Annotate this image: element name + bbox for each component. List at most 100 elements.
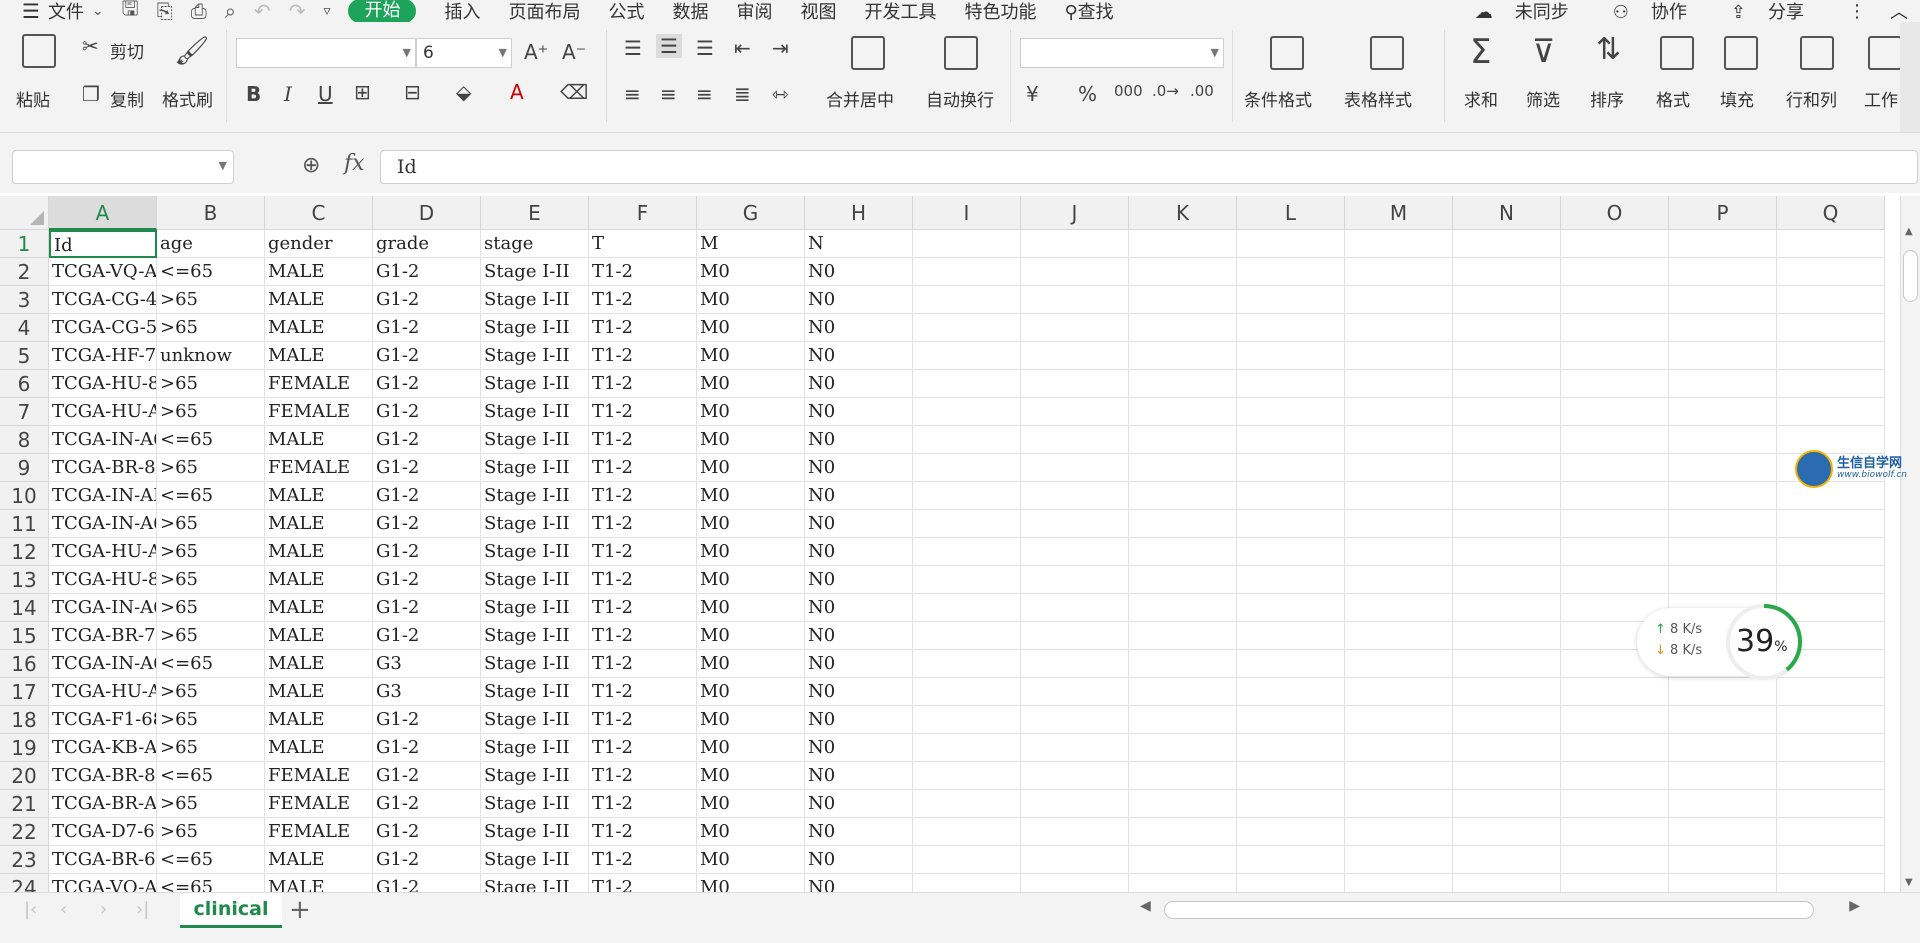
table-cell[interactable] <box>1561 706 1669 734</box>
thousands-icon[interactable]: 000 <box>1114 82 1143 100</box>
table-cell[interactable]: M0 <box>697 398 805 426</box>
table-cell[interactable]: TCGA-HU-82 <box>49 370 157 398</box>
table-cell[interactable]: MALE <box>265 650 373 678</box>
table-cell[interactable]: T1-2 <box>589 426 697 454</box>
table-cell[interactable]: M0 <box>697 818 805 846</box>
currency-icon[interactable]: ¥ <box>1026 82 1039 106</box>
table-cell[interactable]: Stage I-II <box>481 790 589 818</box>
table-cell[interactable] <box>1129 622 1237 650</box>
table-cell[interactable]: G1-2 <box>373 286 481 314</box>
column-header[interactable]: G <box>697 196 805 230</box>
table-cell[interactable] <box>1021 482 1129 510</box>
table-cell[interactable] <box>1021 650 1129 678</box>
table-cell[interactable] <box>1453 482 1561 510</box>
table-cell[interactable]: TCGA-KB-A9 <box>49 734 157 762</box>
table-cell[interactable] <box>1237 482 1345 510</box>
table-cell[interactable] <box>1129 286 1237 314</box>
table-cell[interactable]: N0 <box>805 342 913 370</box>
table-cell[interactable]: N0 <box>805 706 913 734</box>
table-cell[interactable]: T <box>589 230 697 258</box>
table-cell[interactable]: TCGA-IN-A6 <box>49 426 157 454</box>
format-button[interactable]: 格式 <box>1656 86 1690 111</box>
underline-button[interactable]: U <box>318 82 333 106</box>
table-cell[interactable]: M0 <box>697 566 805 594</box>
table-cell[interactable] <box>1561 510 1669 538</box>
table-cell[interactable] <box>1237 454 1345 482</box>
tab-insert[interactable]: 插入 <box>444 0 480 24</box>
table-cell[interactable]: N0 <box>805 846 913 874</box>
table-cell[interactable] <box>1669 678 1777 706</box>
table-cell[interactable] <box>913 678 1021 706</box>
row-header[interactable]: 15 <box>0 622 49 650</box>
table-cell[interactable] <box>1453 594 1561 622</box>
fill-icon[interactable] <box>1724 36 1758 70</box>
scroll-right-icon[interactable]: ▶ <box>1849 898 1860 914</box>
table-cell[interactable] <box>1021 818 1129 846</box>
borders-icon[interactable]: ⊞ <box>354 80 371 104</box>
spreadsheet-grid[interactable]: A B C D E F G H I J K L M N O P Q 1 Id age gender grade stage T… <box>0 196 1900 892</box>
merge-cells-icon[interactable]: ⊟ <box>404 80 421 104</box>
table-cell[interactable] <box>1561 314 1669 342</box>
table-cell[interactable]: TCGA-BR-84 <box>49 454 157 482</box>
table-cell[interactable]: grade <box>373 230 481 258</box>
copy-button[interactable]: 复制 <box>110 86 144 111</box>
sync-status[interactable]: ☁ 未同步 <box>1475 0 1591 24</box>
table-cell[interactable] <box>913 734 1021 762</box>
fill-color-icon[interactable]: ⬙ <box>456 80 471 104</box>
ribbon-scrollbar[interactable] <box>1900 22 1920 132</box>
table-cell[interactable] <box>1669 426 1777 454</box>
table-cell[interactable]: G1-2 <box>373 482 481 510</box>
table-cell[interactable]: TCGA-BR-77 <box>49 622 157 650</box>
column-header[interactable]: A <box>49 196 157 230</box>
tab-developer[interactable]: 开发工具 <box>864 0 936 24</box>
column-header[interactable]: N <box>1453 196 1561 230</box>
select-all-corner[interactable] <box>0 196 49 230</box>
table-cell[interactable] <box>1345 734 1453 762</box>
table-cell[interactable]: Stage I-II <box>481 314 589 342</box>
table-cell[interactable]: T1-2 <box>589 706 697 734</box>
table-cell[interactable]: MALE <box>265 622 373 650</box>
worksheet-button[interactable]: 工作 <box>1864 86 1898 111</box>
table-cell[interactable]: MALE <box>265 482 373 510</box>
table-cell[interactable] <box>1345 538 1453 566</box>
table-cell[interactable]: Stage I-II <box>481 650 589 678</box>
table-cell[interactable]: G1-2 <box>373 538 481 566</box>
table-cell[interactable] <box>1561 342 1669 370</box>
active-cell[interactable]: Id <box>49 230 157 258</box>
table-cell[interactable] <box>913 706 1021 734</box>
table-cell[interactable] <box>1129 650 1237 678</box>
table-cell[interactable] <box>1453 650 1561 678</box>
table-cell[interactable] <box>1669 314 1777 342</box>
table-cell[interactable]: Stage I-II <box>481 398 589 426</box>
table-cell[interactable]: MALE <box>265 286 373 314</box>
table-cell[interactable] <box>1345 846 1453 874</box>
table-cell[interactable]: MALE <box>265 426 373 454</box>
table-cell[interactable]: TCGA-BR-86 <box>49 762 157 790</box>
table-cell[interactable]: M0 <box>697 510 805 538</box>
table-cell[interactable]: M0 <box>697 762 805 790</box>
font-name-select[interactable]: ▼ <box>236 38 416 68</box>
table-cell[interactable]: >65 <box>157 678 265 706</box>
sheet-tab-clinical[interactable]: clinical <box>180 893 282 928</box>
table-cell[interactable]: T1-2 <box>589 790 697 818</box>
table-cell[interactable]: >65 <box>157 314 265 342</box>
table-cell[interactable]: N0 <box>805 790 913 818</box>
sort-icon[interactable]: ⇅ <box>1596 32 1621 67</box>
sum-icon[interactable]: Σ <box>1470 32 1491 72</box>
table-cell[interactable]: TCGA-IN-AE <box>49 482 157 510</box>
table-cell[interactable] <box>1129 454 1237 482</box>
table-cell[interactable] <box>1129 342 1237 370</box>
table-cell[interactable] <box>1021 510 1129 538</box>
table-cell[interactable] <box>913 650 1021 678</box>
table-cell[interactable]: N0 <box>805 510 913 538</box>
row-header[interactable]: 21 <box>0 790 49 818</box>
conditional-format-button[interactable]: 条件格式 <box>1244 86 1312 111</box>
table-cell[interactable] <box>913 454 1021 482</box>
table-cell[interactable] <box>1237 846 1345 874</box>
table-cell[interactable]: G1-2 <box>373 566 481 594</box>
row-header[interactable]: 6 <box>0 370 49 398</box>
cloud-save-icon[interactable]: ⎘ <box>157 0 173 23</box>
formula-input[interactable]: Id <box>380 150 1918 184</box>
table-cell[interactable] <box>1237 790 1345 818</box>
undo-icon[interactable]: ↶ <box>254 0 271 23</box>
